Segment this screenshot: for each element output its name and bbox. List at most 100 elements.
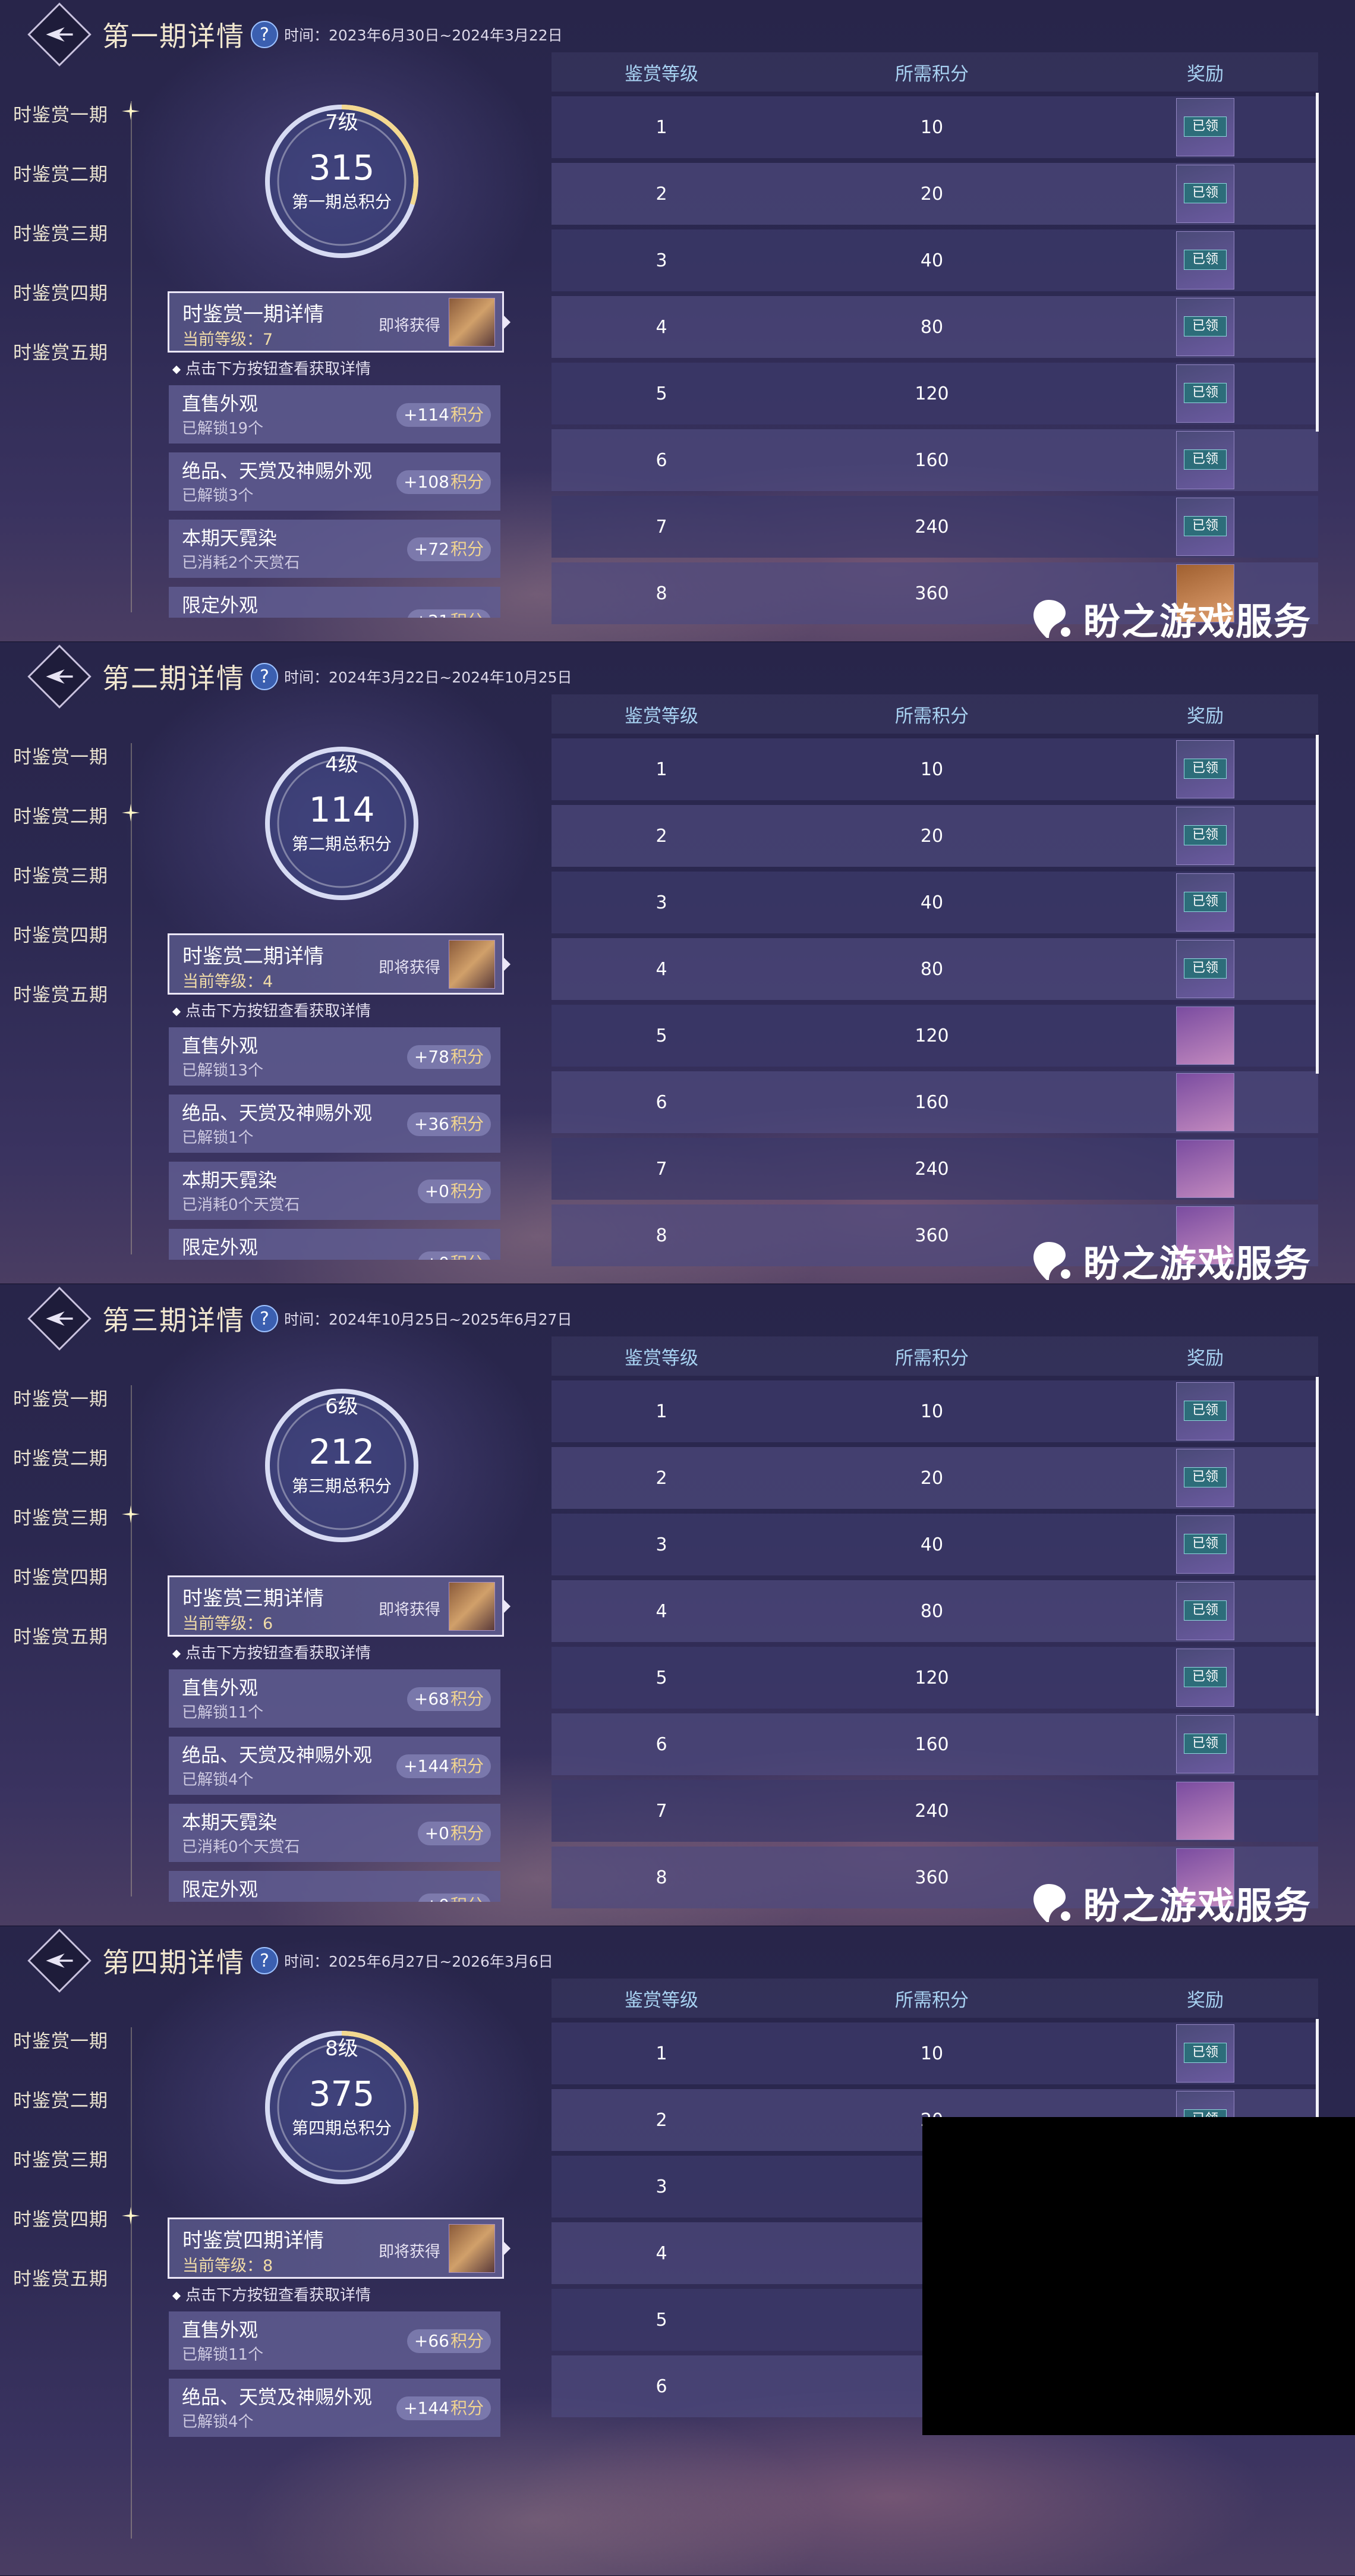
reward-item-icon[interactable]: 已领 bbox=[1176, 940, 1234, 998]
reward-item-icon[interactable]: 已领 bbox=[1176, 298, 1234, 356]
row-level: 7 bbox=[656, 1800, 667, 1822]
points-badge: +78积分 bbox=[406, 1045, 491, 1069]
points-source-card[interactable]: 本期天霓染 已消耗0个天赏石 +0积分 bbox=[169, 1162, 500, 1220]
reward-item-icon[interactable]: 已领 bbox=[1176, 1382, 1234, 1440]
period-details-button[interactable]: 时鉴赏二期详情 当前等级：4 即将获得 bbox=[168, 933, 504, 995]
total-score: 212 bbox=[308, 1432, 375, 1472]
points-source-card[interactable]: 本期天霓染 已消耗2个天赏石 +72积分 bbox=[169, 520, 500, 578]
table-scrollbar[interactable] bbox=[1316, 735, 1319, 1074]
header: 第四期详情? 时间：2025年6月27日~2026年3月6日 bbox=[27, 1929, 553, 1993]
nav-item-period-1[interactable]: 时鉴赏一期 bbox=[13, 100, 108, 159]
points-source-card[interactable]: 直售外观 已解锁19个 +114积分 bbox=[169, 385, 500, 444]
claimed-badge: 已领 bbox=[1184, 2043, 1227, 2063]
points-badge: +21积分 bbox=[406, 609, 491, 618]
help-icon[interactable]: ? bbox=[251, 21, 278, 48]
nav-item-period-2[interactable]: 时鉴赏二期 bbox=[13, 1443, 108, 1503]
reward-item-icon[interactable]: 已领 bbox=[1176, 431, 1234, 489]
reward-item-icon[interactable]: 已领 bbox=[1176, 1449, 1234, 1507]
table-scrollbar[interactable] bbox=[1316, 1377, 1319, 1716]
nav-item-period-5[interactable]: 时鉴赏五期 bbox=[13, 338, 108, 397]
points-source-card[interactable]: 直售外观 已解锁13个 +78积分 bbox=[169, 1027, 500, 1086]
points-badge: +0积分 bbox=[417, 1180, 491, 1203]
reward-item-icon[interactable] bbox=[1176, 1073, 1234, 1131]
nav-item-period-5[interactable]: 时鉴赏五期 bbox=[13, 1622, 108, 1681]
back-button[interactable] bbox=[27, 2, 92, 67]
points-source-card[interactable]: 限定外观 +0积分 bbox=[169, 1229, 500, 1260]
row-level: 5 bbox=[656, 2309, 667, 2330]
points-source-card[interactable]: 绝品、天赏及神赐外观 已解锁3个 +108积分 bbox=[169, 452, 500, 511]
nav-item-period-3[interactable]: 时鉴赏三期 bbox=[13, 861, 108, 920]
nav-item-period-3[interactable]: 时鉴赏三期 bbox=[13, 1503, 108, 1562]
back-arrow-icon bbox=[46, 669, 73, 684]
reward-item-icon[interactable]: 已领 bbox=[1176, 498, 1234, 556]
reward-item-icon[interactable]: 已领 bbox=[1176, 364, 1234, 423]
column-header: 奖励 bbox=[1187, 1989, 1224, 2011]
points-source-card[interactable]: 限定外观 +21积分 bbox=[169, 587, 500, 618]
help-icon[interactable]: ? bbox=[251, 1305, 278, 1332]
nav-item-period-4[interactable]: 时鉴赏四期 bbox=[13, 2204, 108, 2264]
points-value: +0 bbox=[424, 1181, 449, 1201]
nav-item-period-4[interactable]: 时鉴赏四期 bbox=[13, 1562, 108, 1622]
points-source-card[interactable]: 绝品、天赏及神赐外观 已解锁1个 +36积分 bbox=[169, 1094, 500, 1153]
row-points: 40 bbox=[920, 250, 944, 271]
reward-item-icon[interactable]: 已领 bbox=[1176, 807, 1234, 865]
reward-item-icon[interactable]: 已领 bbox=[1176, 1715, 1234, 1773]
nav-item-period-2[interactable]: 时鉴赏二期 bbox=[13, 2086, 108, 2145]
reward-item-icon[interactable]: 已领 bbox=[1176, 873, 1234, 932]
help-icon[interactable]: ? bbox=[251, 1947, 278, 1974]
source-name: 直售外观 bbox=[182, 1677, 259, 1699]
reward-item-icon[interactable]: 已领 bbox=[1176, 740, 1234, 798]
nav-item-period-2[interactable]: 时鉴赏二期 bbox=[13, 159, 108, 219]
nav-item-period-3[interactable]: 时鉴赏三期 bbox=[13, 2145, 108, 2204]
reward-item-icon[interactable]: 已领 bbox=[1176, 98, 1234, 156]
back-arrow-icon bbox=[46, 1311, 73, 1326]
nav-item-period-1[interactable]: 时鉴赏一期 bbox=[13, 1384, 108, 1443]
nav-item-period-5[interactable]: 时鉴赏五期 bbox=[13, 980, 108, 1039]
period-details-button[interactable]: 时鉴赏一期详情 当前等级：7 即将获得 bbox=[168, 291, 504, 353]
points-source-card[interactable]: 限定外观 +0积分 bbox=[169, 1871, 500, 1902]
reward-item-icon[interactable] bbox=[1176, 1782, 1234, 1840]
period-details-button[interactable]: 时鉴赏四期详情 当前等级：8 即将获得 bbox=[168, 2218, 504, 2279]
reward-item-icon[interactable]: 已领 bbox=[1176, 1515, 1234, 1574]
reward-item-icon[interactable] bbox=[1176, 1140, 1234, 1198]
row-level: 6 bbox=[656, 1092, 667, 1113]
points-source-card[interactable]: 直售外观 已解锁11个 +68积分 bbox=[169, 1669, 500, 1728]
nav-item-period-2[interactable]: 时鉴赏二期 bbox=[13, 801, 108, 861]
reward-item-icon[interactable]: 已领 bbox=[1176, 165, 1234, 223]
row-points: 160 bbox=[915, 1092, 949, 1113]
coming-soon-label: 即将获得 bbox=[379, 2243, 441, 2261]
row-level: 3 bbox=[656, 892, 667, 913]
period-details-button[interactable]: 时鉴赏三期详情 当前等级：6 即将获得 bbox=[168, 1575, 504, 1637]
nav-item-period-1[interactable]: 时鉴赏一期 bbox=[13, 742, 108, 801]
back-button[interactable] bbox=[27, 1287, 92, 1351]
table-scrollbar[interactable] bbox=[1316, 93, 1319, 432]
source-detail: 已解锁11个 bbox=[182, 1704, 264, 1722]
points-badge: +114积分 bbox=[396, 403, 491, 427]
points-source-card[interactable]: 本期天霓染 已消耗0个天赏石 +0积分 bbox=[169, 1804, 500, 1862]
nav-item-period-3[interactable]: 时鉴赏三期 bbox=[13, 219, 108, 278]
hint-text: 点击下方按钮查看获取详情 bbox=[172, 999, 371, 1021]
nav-item-period-4[interactable]: 时鉴赏四期 bbox=[13, 278, 108, 338]
reward-item-icon[interactable]: 已领 bbox=[1176, 1582, 1234, 1640]
help-icon[interactable]: ? bbox=[251, 663, 278, 690]
watermark: 盼之游戏服务 bbox=[1031, 1876, 1312, 1926]
reward-item-icon[interactable]: 已领 bbox=[1176, 2024, 1234, 2083]
row-reward-cell: 已领 bbox=[1092, 98, 1318, 156]
table-row: 5 120 bbox=[552, 1005, 1318, 1067]
active-star-icon bbox=[122, 1505, 140, 1523]
reward-item-icon[interactable]: 已领 bbox=[1176, 1649, 1234, 1707]
points-source-card[interactable]: 绝品、天赏及神赐外观 已解锁4个 +144积分 bbox=[169, 1737, 500, 1795]
diamond-bullet-icon bbox=[172, 365, 181, 374]
points-source-card[interactable]: 直售外观 已解锁11个 +66积分 bbox=[169, 2311, 500, 2370]
nav-item-period-1[interactable]: 时鉴赏一期 bbox=[13, 2026, 108, 2086]
upcoming-reward-thumbnail bbox=[449, 2224, 495, 2273]
points-source-card[interactable]: 绝品、天赏及神赐外观 已解锁4个 +144积分 bbox=[169, 2379, 500, 2437]
back-button[interactable] bbox=[27, 1929, 92, 1993]
source-name: 直售外观 bbox=[182, 1034, 259, 1057]
nav-item-period-5[interactable]: 时鉴赏五期 bbox=[13, 2264, 108, 2323]
row-reward-cell: 已领 bbox=[1092, 165, 1318, 223]
nav-item-period-4[interactable]: 时鉴赏四期 bbox=[13, 920, 108, 980]
back-button[interactable] bbox=[27, 644, 92, 709]
reward-item-icon[interactable] bbox=[1176, 1007, 1234, 1065]
reward-item-icon[interactable]: 已领 bbox=[1176, 231, 1234, 290]
